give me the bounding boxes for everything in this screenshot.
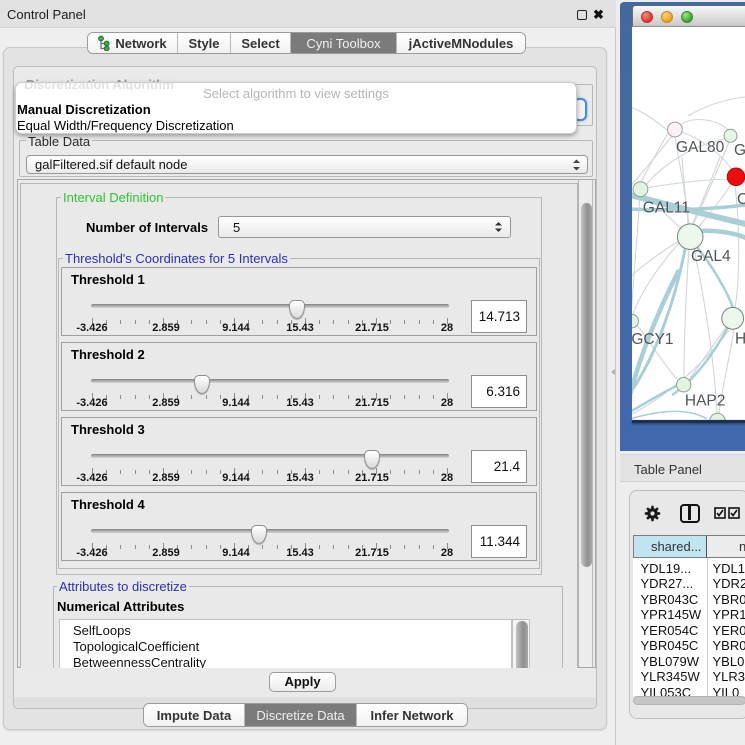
- svg-text:HAP2: HAP2: [685, 393, 726, 410]
- svg-text:GAL4: GAL4: [691, 248, 731, 265]
- svg-text:GAL11: GAL11: [643, 200, 690, 217]
- svg-text:GCY1: GCY1: [632, 331, 674, 348]
- svg-text:H: H: [735, 331, 745, 348]
- svg-text:GA: GA: [734, 142, 745, 159]
- svg-text:GAL80: GAL80: [676, 139, 725, 156]
- svg-text:CA: CA: [737, 191, 745, 208]
